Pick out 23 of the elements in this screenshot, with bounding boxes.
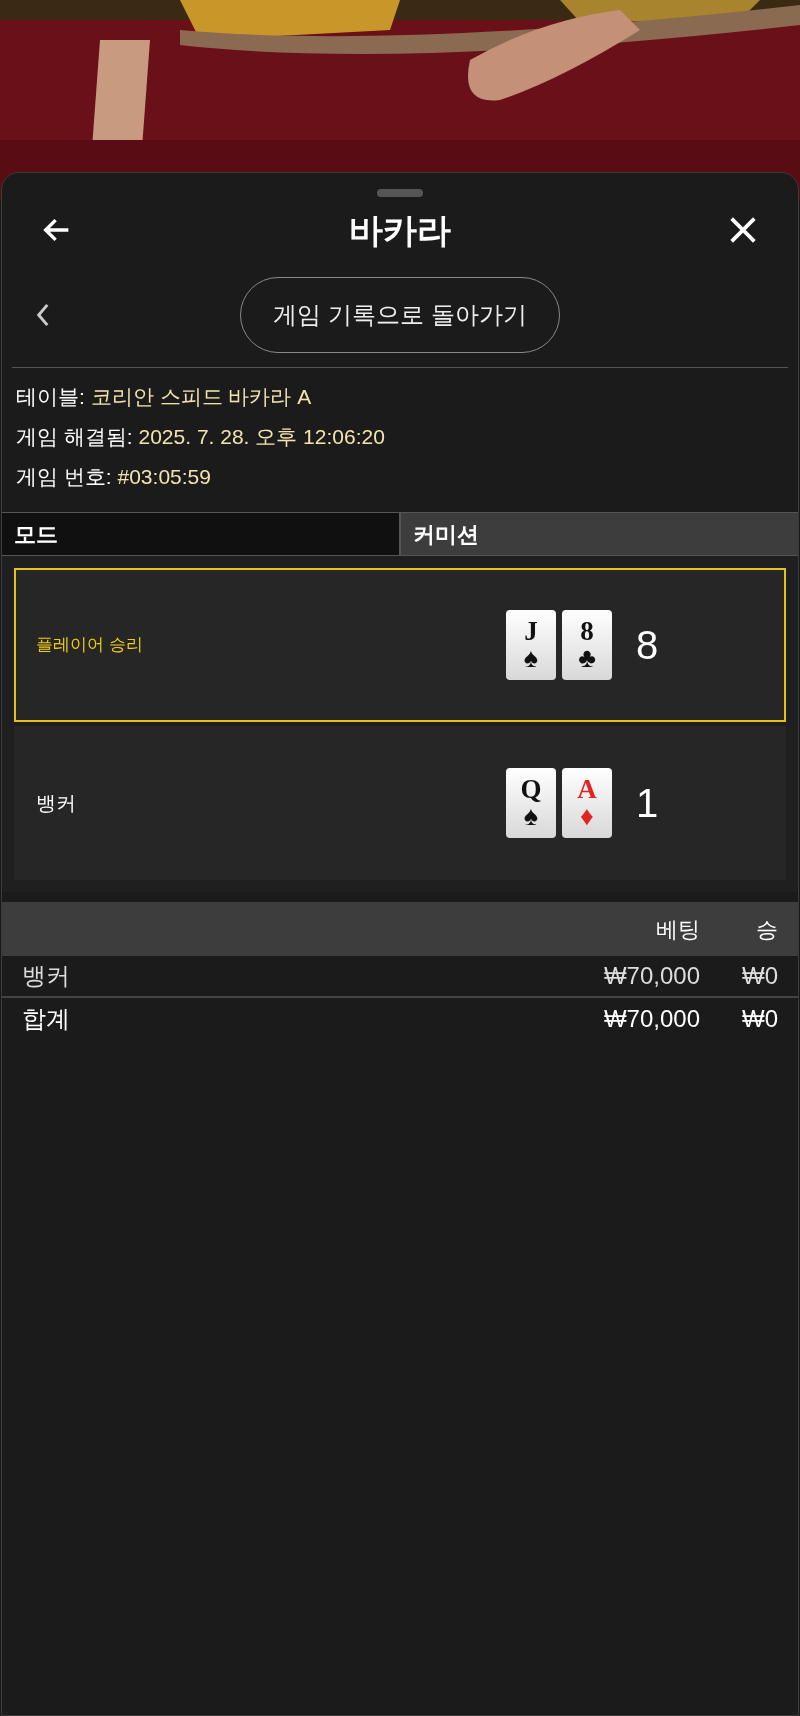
drag-handle[interactable] — [377, 189, 423, 197]
table-cell-text: ₩70,000 — [602, 961, 700, 991]
info-line: 테이블: 코리안 스피드 바카라 A — [16, 384, 313, 410]
playing-card: J ♠ — [506, 610, 556, 680]
table-cell-text: ₩0 — [741, 961, 778, 991]
tab[interactable]: 모드 — [2, 513, 399, 555]
playing-card: A ♦ — [562, 768, 612, 838]
column-header: 베팅 — [655, 915, 700, 944]
hand-name: 뱅커 — [36, 791, 77, 816]
hand-score: 8 — [636, 622, 659, 669]
sheet-title: 바카라 — [349, 209, 451, 251]
table-cell-text: ₩0 — [741, 1004, 778, 1034]
table-cell-text: 뱅커 — [22, 961, 71, 991]
hand-name: 플레이어 승리 — [36, 634, 144, 657]
info-line: 게임 해결됨: 2025. 7. 28. 오후 12:06:20 — [16, 424, 386, 450]
column-header: 승 — [755, 915, 778, 944]
playing-card: 8 ♣ — [562, 610, 612, 680]
hand-score: 1 — [636, 780, 659, 827]
table-cell-text: 합계 — [22, 1004, 71, 1034]
playing-card: Q ♠ — [506, 768, 556, 838]
info-line: 게임 번호: #03:05:59 — [16, 464, 212, 490]
tab[interactable]: 커미션 — [399, 513, 798, 555]
table-cell-text: ₩70,000 — [602, 1004, 700, 1034]
